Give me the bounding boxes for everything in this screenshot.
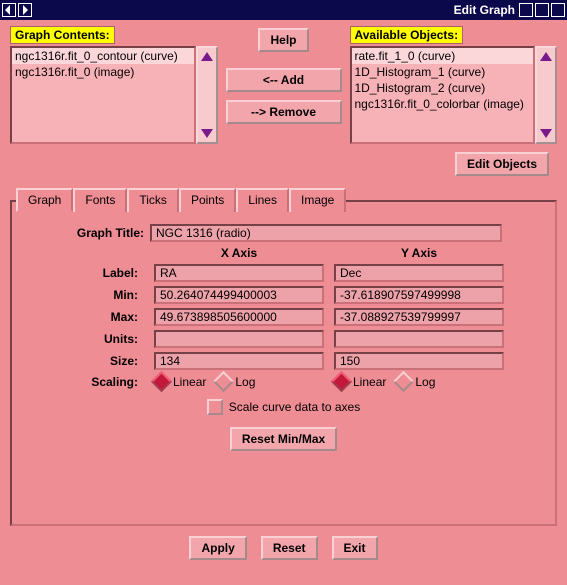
row-label-min: Min:	[26, 288, 144, 302]
list-item[interactable]: ngc1316r.fit_0_contour (curve)	[12, 48, 194, 64]
scroll-up-icon[interactable]	[540, 52, 552, 61]
y-label-input[interactable]	[334, 264, 504, 282]
diamond-icon	[393, 371, 414, 392]
tab-panel: Graph Fonts Ticks Points Lines Image Gra…	[10, 200, 557, 526]
x-axis-header: X Axis	[154, 246, 324, 260]
tab-ticks[interactable]: Ticks	[127, 188, 179, 212]
graph-title-input[interactable]	[150, 224, 502, 242]
x-min-input[interactable]	[154, 286, 324, 304]
tab-image[interactable]: Image	[289, 188, 346, 212]
row-label-size: Size:	[26, 354, 144, 368]
diamond-icon	[151, 371, 172, 392]
diamond-icon	[213, 371, 234, 392]
x-size-input[interactable]	[154, 352, 324, 370]
x-label-input[interactable]	[154, 264, 324, 282]
y-scaling-log-radio[interactable]: Log	[396, 374, 435, 389]
y-max-input[interactable]	[334, 308, 504, 326]
x-units-input[interactable]	[154, 330, 324, 348]
scroll-up-icon[interactable]	[201, 52, 213, 61]
scroll-down-icon[interactable]	[201, 129, 213, 138]
title-bar: Edit Graph	[0, 0, 567, 20]
tab-graph[interactable]: Graph	[16, 188, 73, 212]
y-axis-header: Y Axis	[334, 246, 504, 260]
reset-button[interactable]: Reset	[261, 536, 318, 560]
tab-fonts[interactable]: Fonts	[73, 188, 127, 212]
window-maximize-icon[interactable]	[519, 3, 533, 17]
available-objects-list[interactable]: rate.fit_1_0 (curve) 1D_Histogram_1 (cur…	[350, 46, 536, 144]
y-units-input[interactable]	[334, 330, 504, 348]
reset-minmax-button[interactable]: Reset Min/Max	[230, 427, 337, 451]
window-next-icon[interactable]	[18, 3, 32, 17]
graph-contents-list[interactable]: ngc1316r.fit_0_contour (curve) ngc1316r.…	[10, 46, 196, 144]
x-scaling-linear-radio[interactable]: Linear	[154, 374, 206, 389]
remove-button[interactable]: --> Remove	[226, 100, 342, 124]
scrollbar[interactable]	[196, 46, 218, 144]
x-max-input[interactable]	[154, 308, 324, 326]
row-label-max: Max:	[26, 310, 144, 324]
scale-curve-checkbox[interactable]	[207, 399, 223, 415]
scroll-down-icon[interactable]	[540, 129, 552, 138]
list-item[interactable]: ngc1316r.fit_0 (image)	[12, 64, 194, 80]
window-prev-icon[interactable]	[2, 3, 16, 17]
y-min-input[interactable]	[334, 286, 504, 304]
tabs: Graph Fonts Ticks Points Lines Image	[16, 188, 547, 212]
diamond-icon	[331, 371, 352, 392]
window-minimize-icon[interactable]	[535, 3, 549, 17]
scrollbar[interactable]	[535, 46, 557, 144]
window-close-icon[interactable]	[551, 3, 565, 17]
list-item[interactable]: rate.fit_1_0 (curve)	[352, 48, 534, 64]
y-scaling-linear-radio[interactable]: Linear	[334, 374, 386, 389]
scale-curve-label: Scale curve data to axes	[229, 400, 360, 414]
graph-title-label: Graph Title:	[26, 226, 150, 240]
row-label-label: Label:	[26, 266, 144, 280]
row-label-units: Units:	[26, 332, 144, 346]
window-title: Edit Graph	[32, 3, 519, 17]
help-button[interactable]: Help	[258, 28, 308, 52]
edit-objects-button[interactable]: Edit Objects	[455, 152, 549, 176]
tab-lines[interactable]: Lines	[236, 188, 289, 212]
list-item[interactable]: 1D_Histogram_2 (curve)	[352, 80, 534, 96]
available-objects-label: Available Objects:	[350, 26, 464, 44]
list-item[interactable]: ngc1316r.fit_0_colorbar (image)	[352, 96, 534, 112]
x-scaling-log-radio[interactable]: Log	[216, 374, 255, 389]
apply-button[interactable]: Apply	[189, 536, 246, 560]
tab-points[interactable]: Points	[179, 188, 236, 212]
add-button[interactable]: <-- Add	[226, 68, 342, 92]
graph-contents-label: Graph Contents:	[10, 26, 115, 44]
y-size-input[interactable]	[334, 352, 504, 370]
row-label-scaling: Scaling:	[26, 375, 144, 389]
list-item[interactable]: 1D_Histogram_1 (curve)	[352, 64, 534, 80]
exit-button[interactable]: Exit	[332, 536, 378, 560]
